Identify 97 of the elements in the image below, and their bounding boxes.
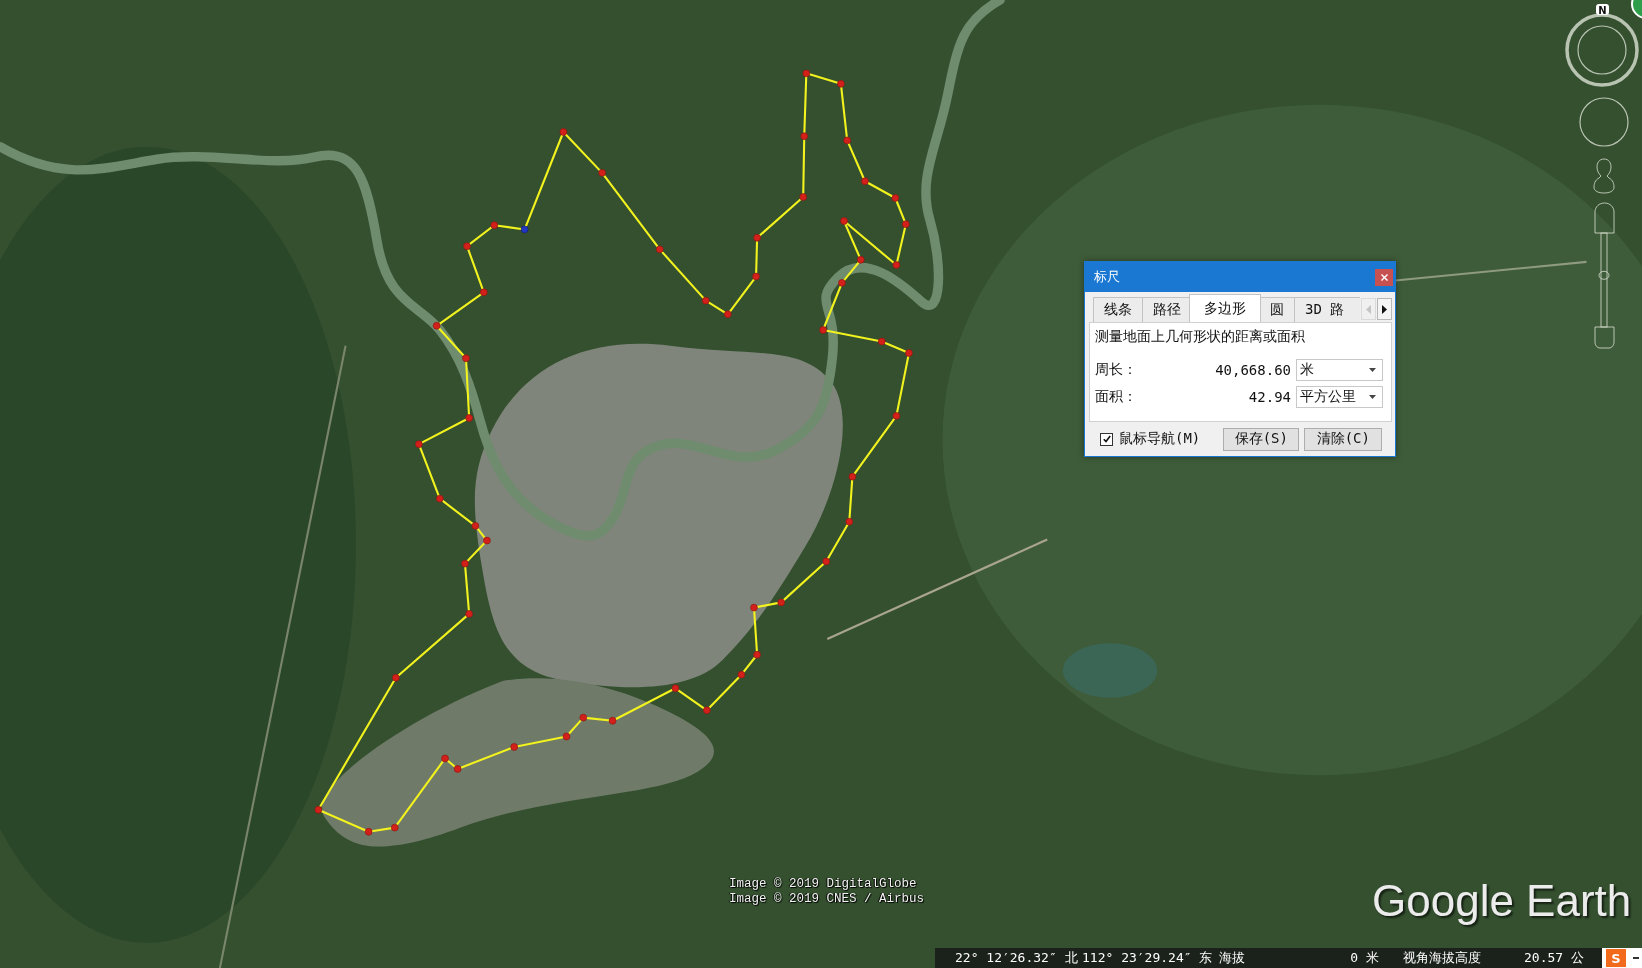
- eye-altitude-value: 20.57 公: [1524, 949, 1585, 967]
- vertex-marker[interactable]: [461, 559, 469, 568]
- vertex-marker[interactable]: [845, 517, 854, 526]
- vertex-marker[interactable]: [877, 337, 886, 346]
- tab[interactable]: 多边形: [1189, 294, 1261, 322]
- vertex-marker[interactable]: [364, 828, 373, 836]
- compass-ring-control[interactable]: [1565, 13, 1639, 87]
- vertex-marker[interactable]: [415, 440, 423, 448]
- vertex-marker[interactable]: [453, 765, 462, 773]
- unit-dropdown[interactable]: 平方公里: [1296, 386, 1383, 408]
- vertex-marker[interactable]: [483, 536, 491, 545]
- caret-icon: [1369, 395, 1376, 399]
- vertex-marker[interactable]: [432, 322, 441, 330]
- zoom-out-button[interactable]: [1594, 326, 1615, 349]
- vertex-marker[interactable]: [471, 522, 480, 530]
- elevation-value: 0 米: [1349, 949, 1379, 967]
- vertex-marker[interactable]: [753, 234, 761, 242]
- vertex-marker[interactable]: [579, 713, 588, 722]
- vertex-marker[interactable]: [671, 684, 680, 693]
- vertex-marker[interactable]: [520, 225, 529, 234]
- vertex-marker[interactable]: [562, 732, 571, 741]
- zoom-in-button[interactable]: [1594, 202, 1615, 234]
- dialog-title: 标尺: [1094, 268, 1120, 286]
- zoom-slider-thumb[interactable]: [1598, 270, 1610, 280]
- vertex-marker[interactable]: [702, 296, 710, 305]
- app-logo: Google Earth: [1372, 876, 1632, 926]
- tab[interactable]: 路径: [1142, 297, 1191, 322]
- vertex-marker[interactable]: [465, 610, 473, 618]
- vertex-marker[interactable]: [800, 132, 808, 140]
- vertex-marker[interactable]: [703, 706, 711, 715]
- vertex-marker[interactable]: [892, 412, 901, 420]
- clear-button[interactable]: 清除(C): [1304, 427, 1383, 451]
- vertex-marker[interactable]: [848, 472, 857, 481]
- eye-altitude-label: 视角海拔高度: [1403, 949, 1482, 967]
- vertex-marker[interactable]: [892, 261, 901, 269]
- tab[interactable]: 圆: [1259, 297, 1294, 322]
- look-joystick-control[interactable]: [1579, 97, 1629, 147]
- vertex-marker[interactable]: [510, 743, 518, 751]
- vertex-marker[interactable]: [861, 177, 869, 185]
- vertex-marker[interactable]: [891, 194, 900, 202]
- vertex-marker[interactable]: [724, 310, 732, 319]
- vertex-marker[interactable]: [905, 349, 913, 357]
- vertex-marker[interactable]: [598, 169, 606, 177]
- longitude-text: 112° 23′29.24″ 东: [1082, 949, 1214, 967]
- vertex-marker[interactable]: [819, 326, 827, 334]
- vertex-marker[interactable]: [753, 651, 761, 659]
- measurement-value: 40,668.60: [1214, 362, 1291, 378]
- unit-dropdown[interactable]: 米: [1296, 359, 1383, 381]
- vertex-marker[interactable]: [392, 674, 400, 682]
- tab[interactable]: 3D 路: [1294, 297, 1360, 322]
- checkbox-label[interactable]: 鼠标导航(M): [1119, 430, 1201, 448]
- elevation-label: 海拔: [1219, 949, 1246, 967]
- checkbox[interactable]: [1100, 432, 1113, 446]
- measurement-value: 42.94: [1247, 389, 1291, 405]
- triangle-left-icon: [1366, 304, 1371, 314]
- scroll-right-button[interactable]: [1377, 298, 1392, 320]
- vertex-marker[interactable]: [490, 221, 499, 229]
- vertex-marker[interactable]: [559, 128, 568, 136]
- checkmark-icon: [1102, 435, 1111, 443]
- imagery-credit: Image © 2019 DigitalGlobe: [729, 877, 918, 892]
- person-icon[interactable]: [1593, 158, 1615, 194]
- latitude-text: 22° 12′26.32″ 北: [955, 949, 1079, 967]
- vertex-marker[interactable]: [463, 242, 471, 250]
- vertex-marker[interactable]: [750, 603, 758, 612]
- vertex-marker[interactable]: [799, 193, 807, 201]
- triangle-right-icon: [1382, 304, 1387, 314]
- vertex-marker[interactable]: [737, 670, 746, 679]
- vertex-marker[interactable]: [436, 494, 444, 503]
- vertex-marker[interactable]: [840, 217, 848, 225]
- vertex-marker[interactable]: [843, 136, 851, 145]
- imagery-credit: Image © 2019 CNES / Airbus: [729, 892, 925, 907]
- vertex-marker[interactable]: [391, 823, 399, 832]
- north-button[interactable]: N: [1596, 4, 1609, 16]
- vertex-marker[interactable]: [655, 245, 664, 254]
- vertex-marker[interactable]: [480, 288, 488, 297]
- close-icon: [1380, 273, 1388, 281]
- tab[interactable]: 线条: [1093, 297, 1142, 322]
- vertex-marker[interactable]: [465, 414, 473, 422]
- vertex-marker[interactable]: [802, 69, 811, 78]
- instruction-text: 测量地面上几何形状的距离或面积: [1095, 327, 1306, 346]
- measurement-label: 周长：: [1095, 361, 1137, 379]
- vertex-marker[interactable]: [314, 806, 323, 814]
- vertex-marker[interactable]: [441, 754, 449, 763]
- vertex-marker[interactable]: [608, 717, 617, 725]
- vertex-marker[interactable]: [752, 272, 760, 281]
- close-button[interactable]: [1375, 268, 1393, 286]
- vertex-marker[interactable]: [777, 598, 785, 607]
- vertex-marker[interactable]: [838, 279, 846, 287]
- vertex-marker[interactable]: [462, 354, 470, 363]
- caret-icon: [1369, 368, 1376, 372]
- vertex-marker[interactable]: [837, 80, 845, 88]
- zoom-slider-track[interactable]: [1600, 232, 1608, 328]
- save-button[interactable]: 保存(S): [1223, 427, 1300, 451]
- vertex-marker[interactable]: [902, 220, 910, 228]
- measurement-label: 面积：: [1095, 388, 1137, 406]
- vertex-marker[interactable]: [857, 256, 865, 264]
- vertex-marker[interactable]: [822, 557, 830, 566]
